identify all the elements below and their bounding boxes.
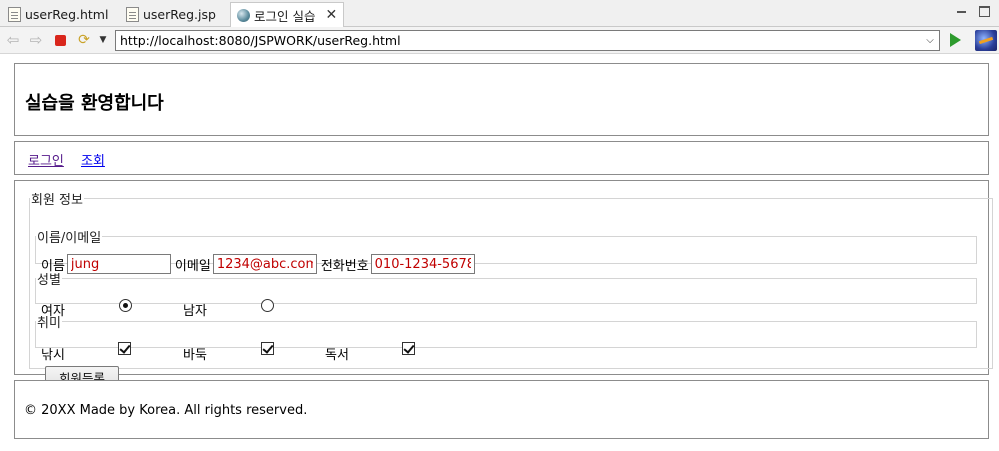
baduk-checkbox[interactable] xyxy=(261,342,274,355)
main-section: 회원 정보 이름/이메일 이름 이메일 전화번호 성별 여자 남자 취미 낚시 … xyxy=(14,180,993,388)
globe-icon xyxy=(237,8,250,22)
url-input[interactable]: http://localhost:8080/JSPWORK/userReg.ht… xyxy=(120,33,921,48)
page-nav: 로그인 조회 xyxy=(14,141,989,175)
stop-icon[interactable] xyxy=(51,32,69,48)
forward-arrow-icon[interactable]: ⇨ xyxy=(27,32,45,48)
male-radio[interactable] xyxy=(261,299,274,312)
jsp-file-icon xyxy=(126,7,139,22)
search-link[interactable]: 조회 xyxy=(81,150,105,169)
hobby-fieldset: 취미 낚시 바둑 독서 xyxy=(35,312,977,363)
name-email-legend: 이름/이메일 xyxy=(37,231,102,246)
reading-label: 독서 xyxy=(325,348,349,363)
tab-label: 로그인 실습 xyxy=(254,8,316,24)
html-file-icon xyxy=(8,7,21,22)
tab-label: userReg.html xyxy=(25,7,109,22)
page-footer: © 20XX Made by Korea. All rights reserve… xyxy=(14,380,989,439)
tab-login-practice[interactable]: 로그인 실습 ✕ xyxy=(230,2,345,28)
maximize-icon[interactable] xyxy=(977,3,991,17)
fishing-label: 낚시 xyxy=(41,348,65,363)
fishing-checkbox[interactable] xyxy=(118,342,131,355)
tab-label: userReg.jsp xyxy=(143,7,216,22)
baduk-label: 바둑 xyxy=(183,348,207,363)
window-controls xyxy=(955,3,991,17)
gender-legend: 성별 xyxy=(37,273,61,288)
tab-userreg-jsp[interactable]: userReg.jsp xyxy=(120,2,222,27)
tab-userreg-html[interactable]: userReg.html xyxy=(2,2,114,27)
hobby-legend: 취미 xyxy=(37,316,61,331)
reading-checkbox[interactable] xyxy=(402,342,415,355)
refresh-options-chevron-down-icon[interactable]: ▼ xyxy=(94,32,112,48)
back-arrow-icon[interactable]: ⇦ xyxy=(4,32,22,48)
url-history-chevron-down-icon[interactable]: ⌵ xyxy=(921,35,939,46)
go-icon[interactable] xyxy=(950,33,961,47)
login-link[interactable]: 로그인 xyxy=(28,150,64,169)
copyright-text: © 20XX Made by Korea. All rights reserve… xyxy=(24,403,308,418)
url-bar[interactable]: http://localhost:8080/JSPWORK/userReg.ht… xyxy=(115,30,940,51)
member-info-legend: 회원 정보 xyxy=(31,193,83,208)
page-header: 실습을 환영합니다 xyxy=(14,63,989,136)
member-info-fieldset: 회원 정보 이름/이메일 이름 이메일 전화번호 성별 여자 남자 취미 낚시 … xyxy=(29,189,993,388)
female-radio[interactable] xyxy=(119,299,132,312)
name-email-fieldset: 이름/이메일 이름 이메일 전화번호 xyxy=(35,227,977,274)
page-title: 실습을 환영합니다 xyxy=(25,93,164,114)
editor-tab-bar: userReg.html userReg.jsp 로그인 실습 ✕ xyxy=(0,0,999,28)
gender-fieldset: 성별 여자 남자 xyxy=(35,269,977,319)
browser-toolbar: ⇦ ⇨ ⟳ ▼ http://localhost:8080/JSPWORK/us… xyxy=(0,27,999,54)
close-icon[interactable]: ✕ xyxy=(325,7,337,23)
external-browser-icon[interactable] xyxy=(975,30,997,51)
minimize-icon[interactable] xyxy=(955,3,969,17)
refresh-icon[interactable]: ⟳ xyxy=(75,32,93,48)
